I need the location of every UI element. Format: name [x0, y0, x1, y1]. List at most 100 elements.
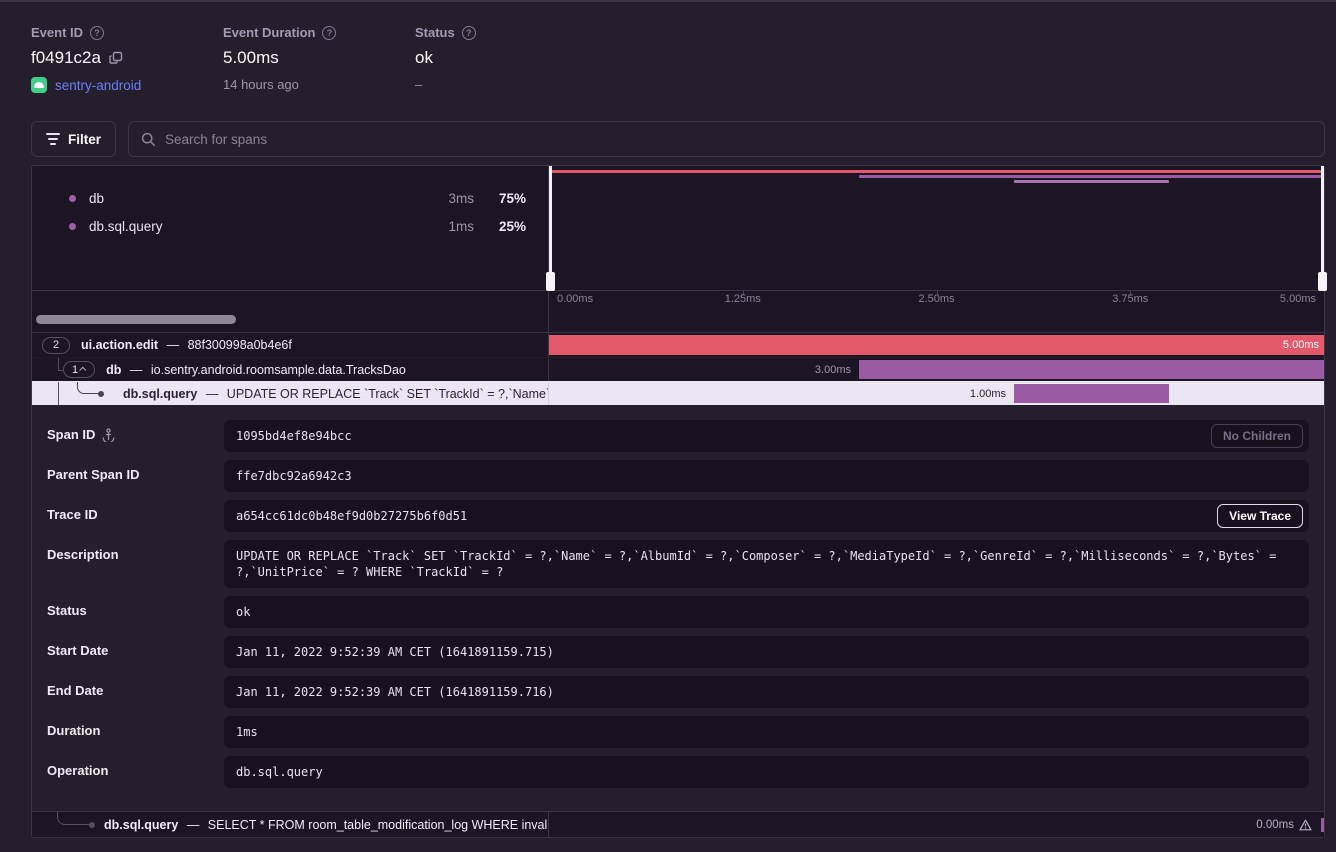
duration-label: Duration [47, 723, 100, 738]
status-label: Status [415, 25, 455, 40]
axis-tick: 2.50ms [918, 293, 954, 305]
view-trace-button[interactable]: View Trace [1217, 504, 1303, 528]
legend-item[interactable]: db 3ms 75% [32, 184, 548, 212]
span-row-sibling[interactable]: db.sql.query — SELECT * FROM room_table_… [32, 811, 1324, 837]
span-row-root[interactable]: 2 ui.action.edit — 88f300998a0b4e6f 5.00… [32, 333, 1324, 357]
filter-icon [46, 133, 60, 145]
tree-connector [58, 358, 59, 370]
span-duration: 0.00ms [1256, 819, 1294, 831]
op-color-dot [69, 195, 76, 202]
op-percent: 25% [492, 219, 526, 234]
span-bar-sibling [1321, 818, 1324, 832]
span-detail-panel: Span ID 1095bd4ef8e94bcc No Children Par… [32, 405, 1324, 811]
description-label: Description [47, 547, 119, 562]
event-id-value: f0491c2a [31, 48, 101, 68]
android-platform-icon [31, 77, 47, 93]
time-axis: 0.00ms 1.25ms 2.50ms 3.75ms 5.00ms [32, 290, 1324, 307]
leaf-dot [89, 822, 95, 828]
span-duration: 1.00ms [970, 382, 1006, 405]
event-id-block: Event ID ? f0491c2a sentry-android [31, 25, 141, 93]
help-icon[interactable]: ? [462, 26, 476, 40]
op-name: db.sql.query [89, 219, 448, 234]
operation-label: Operation [47, 763, 108, 778]
children-toggle-pill[interactable]: 1 [63, 361, 95, 378]
search-input[interactable] [165, 132, 1312, 147]
span-desc: 88f300998a0b4e6f [188, 338, 292, 352]
event-duration-label: Event Duration [223, 25, 315, 40]
help-icon[interactable]: ? [322, 26, 336, 40]
axis-tick: 1.25ms [725, 293, 761, 305]
span-id-value: 1095bd4ef8e94bcc [236, 429, 352, 443]
op-percent: 75% [492, 191, 526, 206]
span-status-label: Status [47, 603, 87, 618]
op-time: 3ms [448, 191, 474, 206]
search-icon [141, 132, 156, 147]
operation-value: db.sql.query [236, 765, 323, 779]
duration-value: 1ms [236, 725, 258, 739]
tree-connector [77, 382, 99, 394]
tree-scrollbar-row [32, 307, 1324, 333]
event-id-label: Event ID [31, 25, 83, 40]
span-desc: UPDATE OR REPLACE `Track` SET `TrackId` … [227, 387, 549, 401]
span-status-value: ok [236, 605, 250, 619]
filter-button-label: Filter [68, 132, 101, 147]
axis-tick: 3.75ms [1112, 293, 1148, 305]
viewport-handle-right[interactable] [1321, 166, 1324, 290]
minimap-span-root [549, 170, 1324, 173]
start-date-label: Start Date [47, 643, 108, 658]
tree-connector [58, 382, 59, 405]
span-search-box[interactable] [128, 121, 1325, 157]
anchor-icon[interactable] [102, 428, 115, 442]
status-value: ok [415, 48, 433, 68]
event-time-ago: 14 hours ago [223, 77, 299, 92]
span-bar-query[interactable] [1014, 384, 1169, 403]
minimap-span-query [1014, 180, 1169, 183]
parent-span-id-label: Parent Span ID [47, 467, 139, 482]
span-op: db.sql.query [123, 387, 197, 401]
span-row-query-selected[interactable]: db.sql.query — UPDATE OR REPLACE `Track`… [32, 381, 1324, 405]
copy-icon[interactable] [109, 51, 123, 65]
filter-button[interactable]: Filter [31, 121, 116, 157]
span-op: ui.action.edit [81, 338, 158, 352]
leaf-dot [98, 391, 104, 397]
end-date-value: Jan 11, 2022 9:52:39 AM CET (1641891159.… [236, 685, 554, 699]
trace-panel: db 3ms 75% db.sql.query 1ms 25% 0.00ms 1… [31, 165, 1325, 838]
status-sub: – [415, 77, 422, 92]
span-row-db[interactable]: 1 db — io.sentry.android.roomsample.data… [32, 357, 1324, 381]
end-date-label: End Date [47, 683, 103, 698]
project-link[interactable]: sentry-android [55, 78, 141, 93]
warning-icon [1299, 819, 1312, 831]
tree-connector [58, 370, 63, 371]
horizontal-scrollbar-thumb[interactable] [36, 315, 236, 324]
event-duration-value: 5.00ms [223, 48, 279, 68]
chevron-up-icon [79, 367, 86, 374]
axis-tick: 5.00ms [1280, 293, 1316, 305]
children-toggle-pill[interactable]: 2 [42, 337, 70, 354]
span-op: db [106, 363, 121, 377]
trace-id-label: Trace ID [47, 507, 98, 522]
viewport-handle-left[interactable] [549, 166, 552, 290]
span-op: db.sql.query [104, 818, 178, 832]
span-bar-db[interactable] [859, 360, 1324, 379]
trace-id-value: a654cc61dc0b48ef9d0b27275b6f0d51 [236, 509, 467, 523]
status-block: Status ? ok – [415, 25, 476, 92]
span-bar-root[interactable]: 5.00ms [549, 335, 1324, 355]
description-value: UPDATE OR REPLACE `Track` SET `TrackId` … [236, 549, 1276, 579]
span-desc: io.sentry.android.roomsample.data.Tracks… [151, 363, 406, 377]
span-desc: SELECT * FROM room_table_modification_lo… [208, 818, 549, 832]
trace-minimap[interactable] [549, 166, 1324, 290]
op-name: db [89, 191, 448, 206]
tree-connector [57, 812, 89, 825]
no-children-button[interactable]: No Children [1211, 424, 1303, 448]
op-color-dot [69, 223, 76, 230]
span-id-label: Span ID [47, 427, 95, 442]
parent-span-id-value: ffe7dbc92a6942c3 [236, 469, 352, 483]
legend-item[interactable]: db.sql.query 1ms 25% [32, 212, 548, 240]
ops-breakdown-legend: db 3ms 75% db.sql.query 1ms 25% [32, 166, 549, 290]
span-duration: 3.00ms [815, 358, 851, 381]
event-duration-block: Event Duration ? 5.00ms 14 hours ago [223, 25, 336, 92]
axis-tick: 0.00ms [557, 293, 593, 305]
toolbar: Filter [31, 121, 1325, 157]
help-icon[interactable]: ? [90, 26, 104, 40]
event-header: Event ID ? f0491c2a sentry-android Event… [0, 2, 1336, 105]
